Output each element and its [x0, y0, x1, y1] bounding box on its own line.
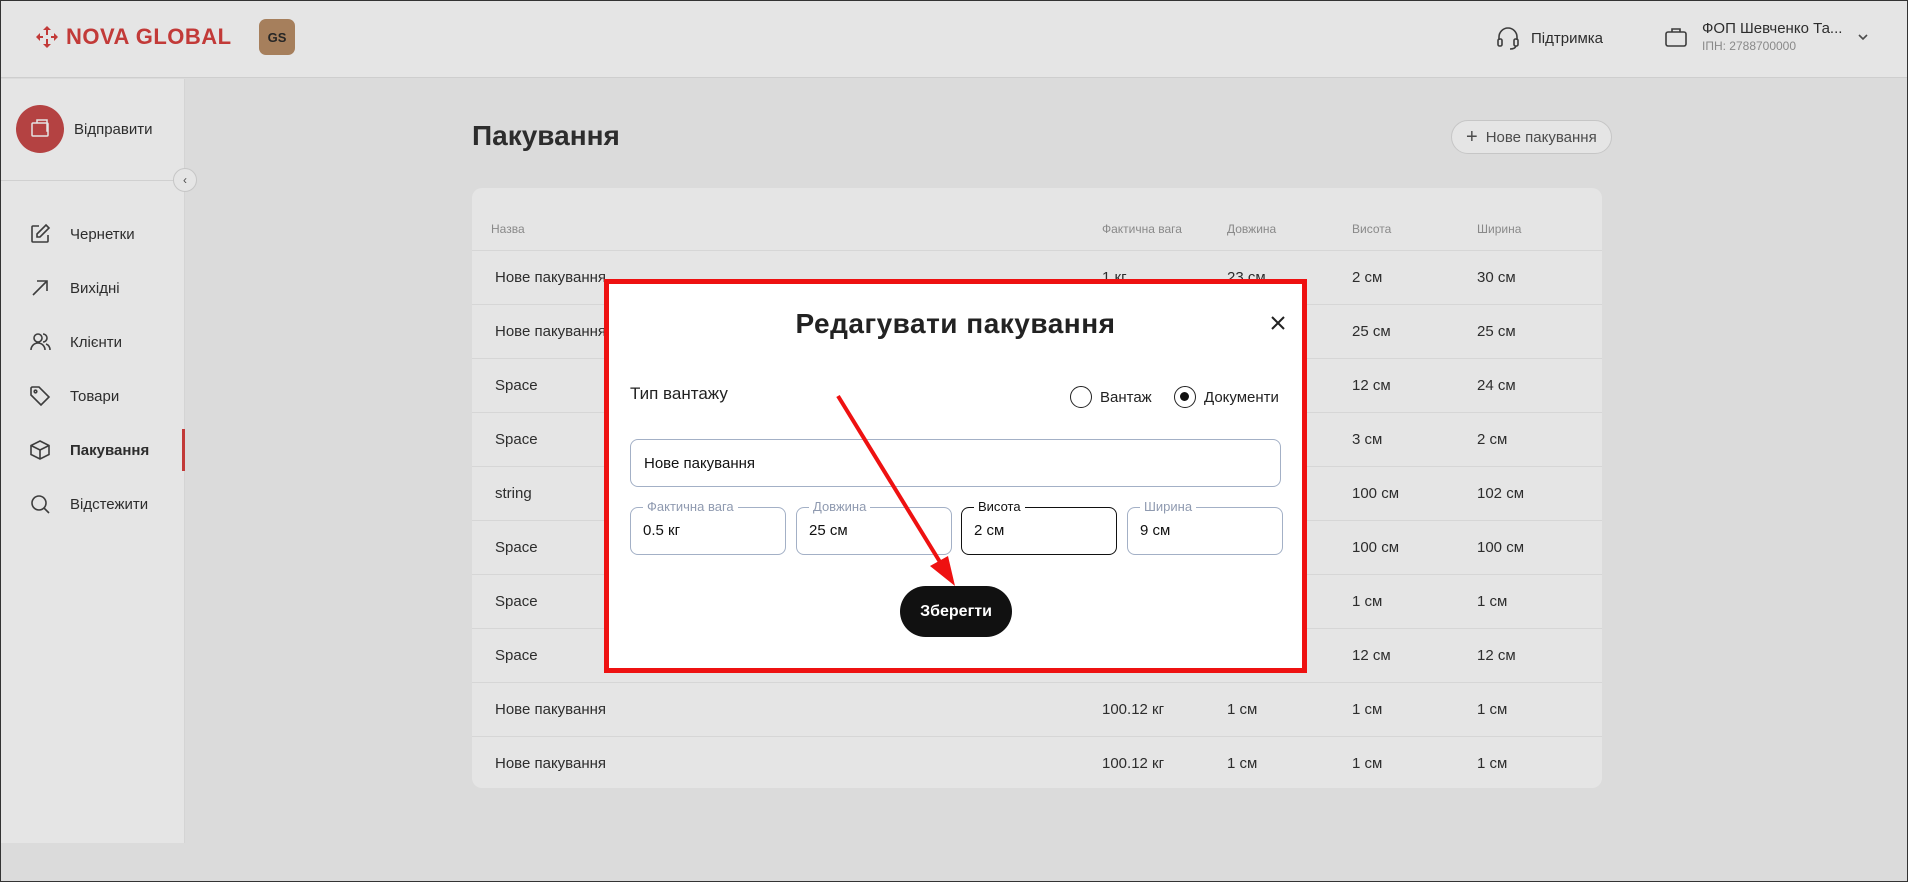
height-field-value: 2 см [974, 522, 1005, 539]
close-icon[interactable] [1268, 313, 1288, 333]
width-field-label: Ширина [1140, 499, 1197, 514]
length-field-value: 25 см [809, 522, 848, 539]
save-button[interactable]: Зберегти [900, 586, 1012, 637]
radio-documents-circle[interactable] [1174, 386, 1196, 408]
height-field[interactable]: Висота 2 см [961, 499, 1117, 555]
weight-field-label: Фактична вага [643, 499, 738, 514]
radio-cargo[interactable]: Вантаж [1070, 386, 1152, 408]
width-field[interactable]: Ширина 9 см [1127, 499, 1283, 555]
packaging-name-input[interactable]: Нове пакування [630, 439, 1281, 487]
radio-documents[interactable]: Документи [1174, 386, 1279, 408]
modal-title: Редагувати пакування [795, 308, 1116, 339]
radio-cargo-label: Вантаж [1100, 388, 1152, 406]
width-field-value: 9 см [1140, 522, 1171, 539]
radio-cargo-circle[interactable] [1070, 386, 1092, 408]
cargo-type-label: Тип вантажу [630, 384, 728, 403]
edit-packaging-modal: Редагувати пакування Тип вантажу Вантаж … [609, 284, 1302, 668]
radio-documents-label: Документи [1204, 388, 1279, 406]
packaging-name-value: Нове пакування [644, 454, 756, 472]
height-field-label: Висота [974, 499, 1025, 514]
length-field-label: Довжина [809, 499, 871, 514]
length-field[interactable]: Довжина 25 см [796, 499, 952, 555]
highlight-frame: Редагувати пакування Тип вантажу Вантаж … [604, 279, 1307, 673]
weight-field[interactable]: Фактична вага 0.5 кг [630, 499, 786, 555]
weight-field-value: 0.5 кг [643, 522, 681, 539]
